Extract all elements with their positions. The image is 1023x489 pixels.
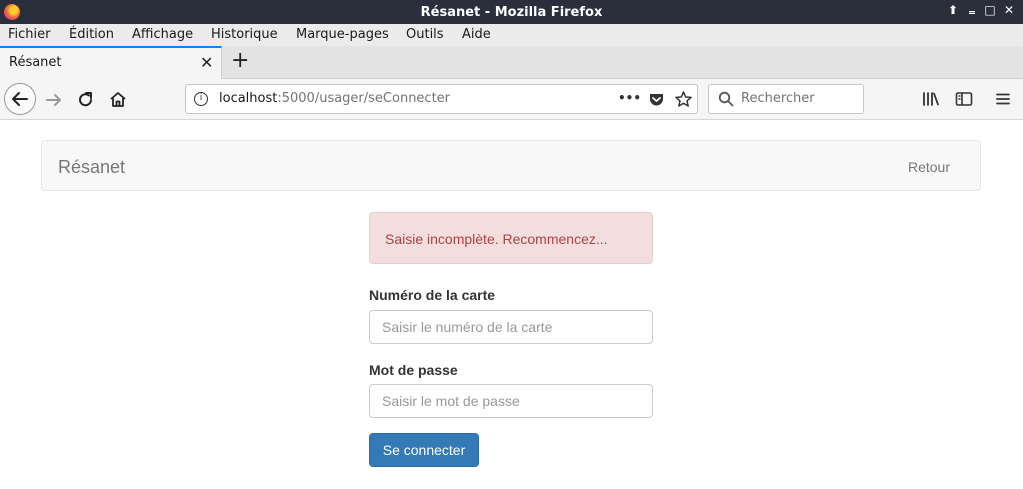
page-actions-icon[interactable]: ••• bbox=[618, 91, 641, 105]
retour-link[interactable]: Retour bbox=[908, 159, 950, 175]
menu-icon[interactable] bbox=[995, 91, 1011, 107]
info-icon[interactable]: i bbox=[194, 92, 208, 106]
login-button[interactable]: Se connecter bbox=[369, 433, 479, 467]
menu-affichage[interactable]: Affichage bbox=[132, 27, 193, 42]
menu-edition[interactable]: Édition bbox=[69, 27, 114, 42]
menu-aide[interactable]: Aide bbox=[462, 27, 491, 42]
window-close-icon[interactable]: ✕ bbox=[1002, 3, 1016, 17]
library-icon[interactable] bbox=[922, 91, 940, 107]
window-titlebar: Résanet - Mozilla Firefox ⬆ ‗ □ ✕ bbox=[0, 0, 1023, 24]
menu-historique[interactable]: Historique bbox=[211, 27, 278, 42]
url-bar[interactable]: i localhost:5000/usager/seConnecter ••• bbox=[185, 84, 698, 114]
search-icon bbox=[718, 91, 734, 107]
url-host: localhost bbox=[219, 91, 278, 106]
search-placeholder: Rechercher bbox=[741, 91, 815, 106]
tab-label: Résanet bbox=[9, 55, 62, 70]
new-tab-icon[interactable]: + bbox=[231, 48, 249, 73]
menu-marque-pages[interactable]: Marque-pages bbox=[296, 27, 389, 42]
window-raise-icon[interactable]: ⬆ bbox=[946, 3, 960, 17]
error-alert: Saisie incomplète. Recommencez... bbox=[369, 212, 653, 264]
back-button[interactable] bbox=[4, 83, 36, 115]
site-navbar: Résanet Retour bbox=[41, 140, 981, 191]
back-icon bbox=[12, 92, 28, 106]
password-label: Mot de passe bbox=[369, 362, 458, 378]
search-bar[interactable]: Rechercher bbox=[708, 84, 864, 114]
home-icon[interactable] bbox=[108, 90, 128, 110]
navigation-toolbar: i localhost:5000/usager/seConnecter ••• … bbox=[0, 79, 1023, 120]
window-title: Résanet - Mozilla Firefox bbox=[420, 5, 603, 20]
sidebar-icon[interactable] bbox=[955, 91, 973, 107]
card-number-label: Numéro de la carte bbox=[369, 287, 496, 303]
pocket-icon[interactable] bbox=[648, 91, 665, 108]
window-minimize-icon[interactable]: ‗ bbox=[965, 0, 979, 14]
page-content: Résanet Retour Saisie incomplète. Recomm… bbox=[0, 120, 1023, 489]
password-input[interactable] bbox=[369, 384, 653, 418]
window-maximize-icon[interactable]: □ bbox=[983, 3, 997, 17]
menubar: Fichier Édition Affichage Historique Mar… bbox=[0, 24, 1023, 46]
menu-fichier[interactable]: Fichier bbox=[8, 27, 51, 42]
error-alert-text: Saisie incomplète. Recommencez... bbox=[385, 231, 608, 247]
card-number-input[interactable] bbox=[369, 310, 653, 344]
reload-icon[interactable] bbox=[76, 90, 96, 110]
tab-close-icon[interactable]: ✕ bbox=[200, 53, 213, 72]
menu-outils[interactable]: Outils bbox=[406, 27, 444, 42]
bookmark-star-icon[interactable] bbox=[674, 90, 693, 109]
url-text[interactable]: localhost:5000/usager/seConnecter bbox=[219, 91, 450, 106]
tab-resanet[interactable]: Résanet ✕ bbox=[0, 46, 222, 79]
tab-strip: Résanet ✕ + bbox=[0, 46, 1023, 79]
site-brand[interactable]: Résanet bbox=[58, 157, 125, 178]
forward-icon[interactable] bbox=[44, 90, 64, 110]
url-path: :5000/usager/seConnecter bbox=[277, 91, 451, 106]
